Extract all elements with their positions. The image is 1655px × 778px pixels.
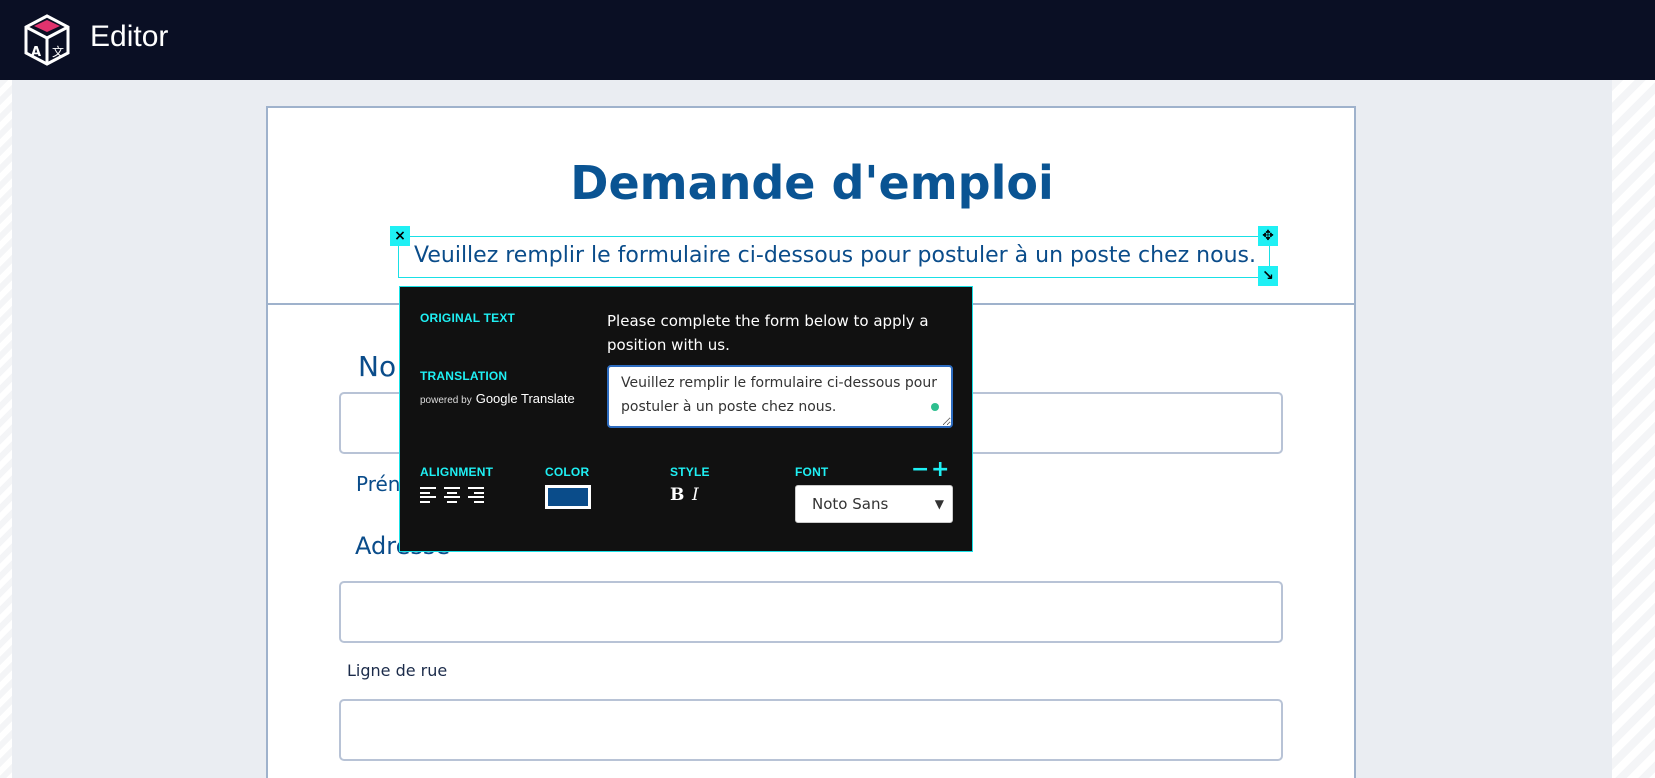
original-text: Please complete the form below to apply … (607, 312, 929, 354)
status-dot-icon (931, 403, 939, 411)
right-margin (1612, 80, 1655, 778)
cube-logo-icon[interactable]: A 文 (22, 14, 72, 66)
font-select-value: Noto Sans (812, 495, 889, 513)
align-center-icon[interactable] (444, 487, 460, 503)
move-icon[interactable]: ✥ (1258, 226, 1278, 246)
alignment-controls (420, 487, 484, 503)
left-margin (0, 80, 12, 778)
bold-button[interactable]: B (670, 485, 684, 505)
align-left-icon[interactable] (420, 487, 436, 503)
powered-by-google-translate: powered by Google Translate (420, 391, 575, 406)
translation-textarea[interactable]: Veuillez remplir le formulaire ci-dessou… (607, 365, 953, 428)
powered-by-text: powered by (420, 395, 472, 406)
svg-text:A: A (31, 45, 41, 60)
align-right-icon[interactable] (468, 487, 484, 503)
adresse-input[interactable] (339, 581, 1283, 643)
translation-text: Veuillez remplir le formulaire ci-dessou… (621, 375, 937, 415)
nom-label: No (358, 350, 397, 383)
translation-label: TRANSLATION (420, 369, 508, 383)
style-label: STYLE (670, 465, 710, 479)
original-text-label: ORIGINAL TEXT (420, 311, 516, 325)
font-size-decrease-button[interactable]: − (911, 457, 929, 482)
alignment-label: ALIGNMENT (420, 465, 494, 479)
font-size-increase-button[interactable]: + (931, 457, 949, 482)
color-swatch[interactable] (545, 485, 591, 509)
chevron-down-icon: ▼ (934, 497, 944, 511)
form-title[interactable]: Demande d'emploi (268, 156, 1356, 210)
ligne-de-rue-label: Ligne de rue (347, 661, 448, 680)
svg-text:文: 文 (52, 44, 64, 59)
font-select[interactable]: Noto Sans ▼ (795, 485, 953, 523)
google-translate-brand: Google Translate (475, 391, 575, 406)
close-icon[interactable]: × (390, 226, 410, 246)
italic-button[interactable]: I (692, 485, 699, 505)
prenom-label: Prén (356, 472, 401, 496)
translation-popup: ORIGINAL TEXT Please complete the form b… (399, 286, 973, 552)
app-title: Editor (90, 20, 169, 53)
color-label: COLOR (545, 465, 590, 479)
resize-icon[interactable]: ↘ (1258, 266, 1278, 286)
form-subtitle[interactable]: Veuillez remplir le formulaire ci-dessou… (399, 243, 1271, 268)
ligne-de-rue-input[interactable] (339, 699, 1283, 761)
selected-subtitle-box[interactable]: Veuillez remplir le formulaire ci-dessou… (398, 236, 1270, 278)
font-label: FONT (795, 465, 829, 479)
top-bar: A 文 Editor (0, 0, 1655, 80)
